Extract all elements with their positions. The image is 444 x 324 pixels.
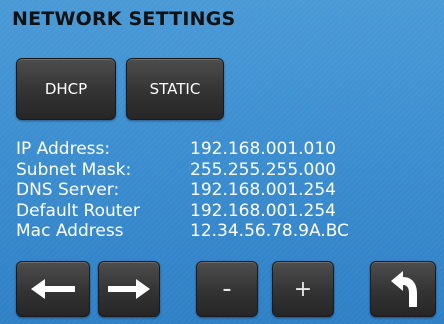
arrow-left-icon xyxy=(29,277,77,301)
default-router-label: Default Router xyxy=(16,200,140,221)
dhcp-button[interactable]: DHCP xyxy=(16,58,116,120)
dhcp-button-label: DHCP xyxy=(44,80,88,98)
plus-label: + xyxy=(293,276,313,302)
subnet-mask-value: 255.255.255.000 xyxy=(190,159,337,180)
previous-button[interactable] xyxy=(16,261,90,317)
return-icon xyxy=(383,269,423,309)
page-title: NETWORK SETTINGS xyxy=(12,8,236,30)
default-router-value: 192.168.001.254 xyxy=(190,200,337,221)
ip-address-value: 192.168.001.010 xyxy=(190,139,337,159)
mac-address-value: 12.34.56.78.9A.BC xyxy=(190,221,349,241)
static-button-label: STATIC xyxy=(149,80,201,98)
mac-address-label: Mac Address xyxy=(16,221,124,241)
next-button[interactable] xyxy=(98,261,160,317)
network-settings-screen: NETWORK SETTINGS DHCP STATIC IP Address:… xyxy=(0,0,444,324)
arrow-right-icon xyxy=(106,277,152,301)
back-button[interactable] xyxy=(370,261,436,317)
increment-button[interactable]: + xyxy=(272,261,334,317)
minus-label: - xyxy=(222,274,232,304)
decrement-button[interactable]: - xyxy=(196,261,258,317)
static-button[interactable]: STATIC xyxy=(126,58,224,120)
subnet-mask-label: Subnet Mask: xyxy=(16,159,132,180)
dns-server-label: DNS Server: xyxy=(16,180,120,200)
ip-address-label: IP Address: xyxy=(16,139,111,159)
dns-server-value: 192.168.001.254 xyxy=(190,180,337,200)
